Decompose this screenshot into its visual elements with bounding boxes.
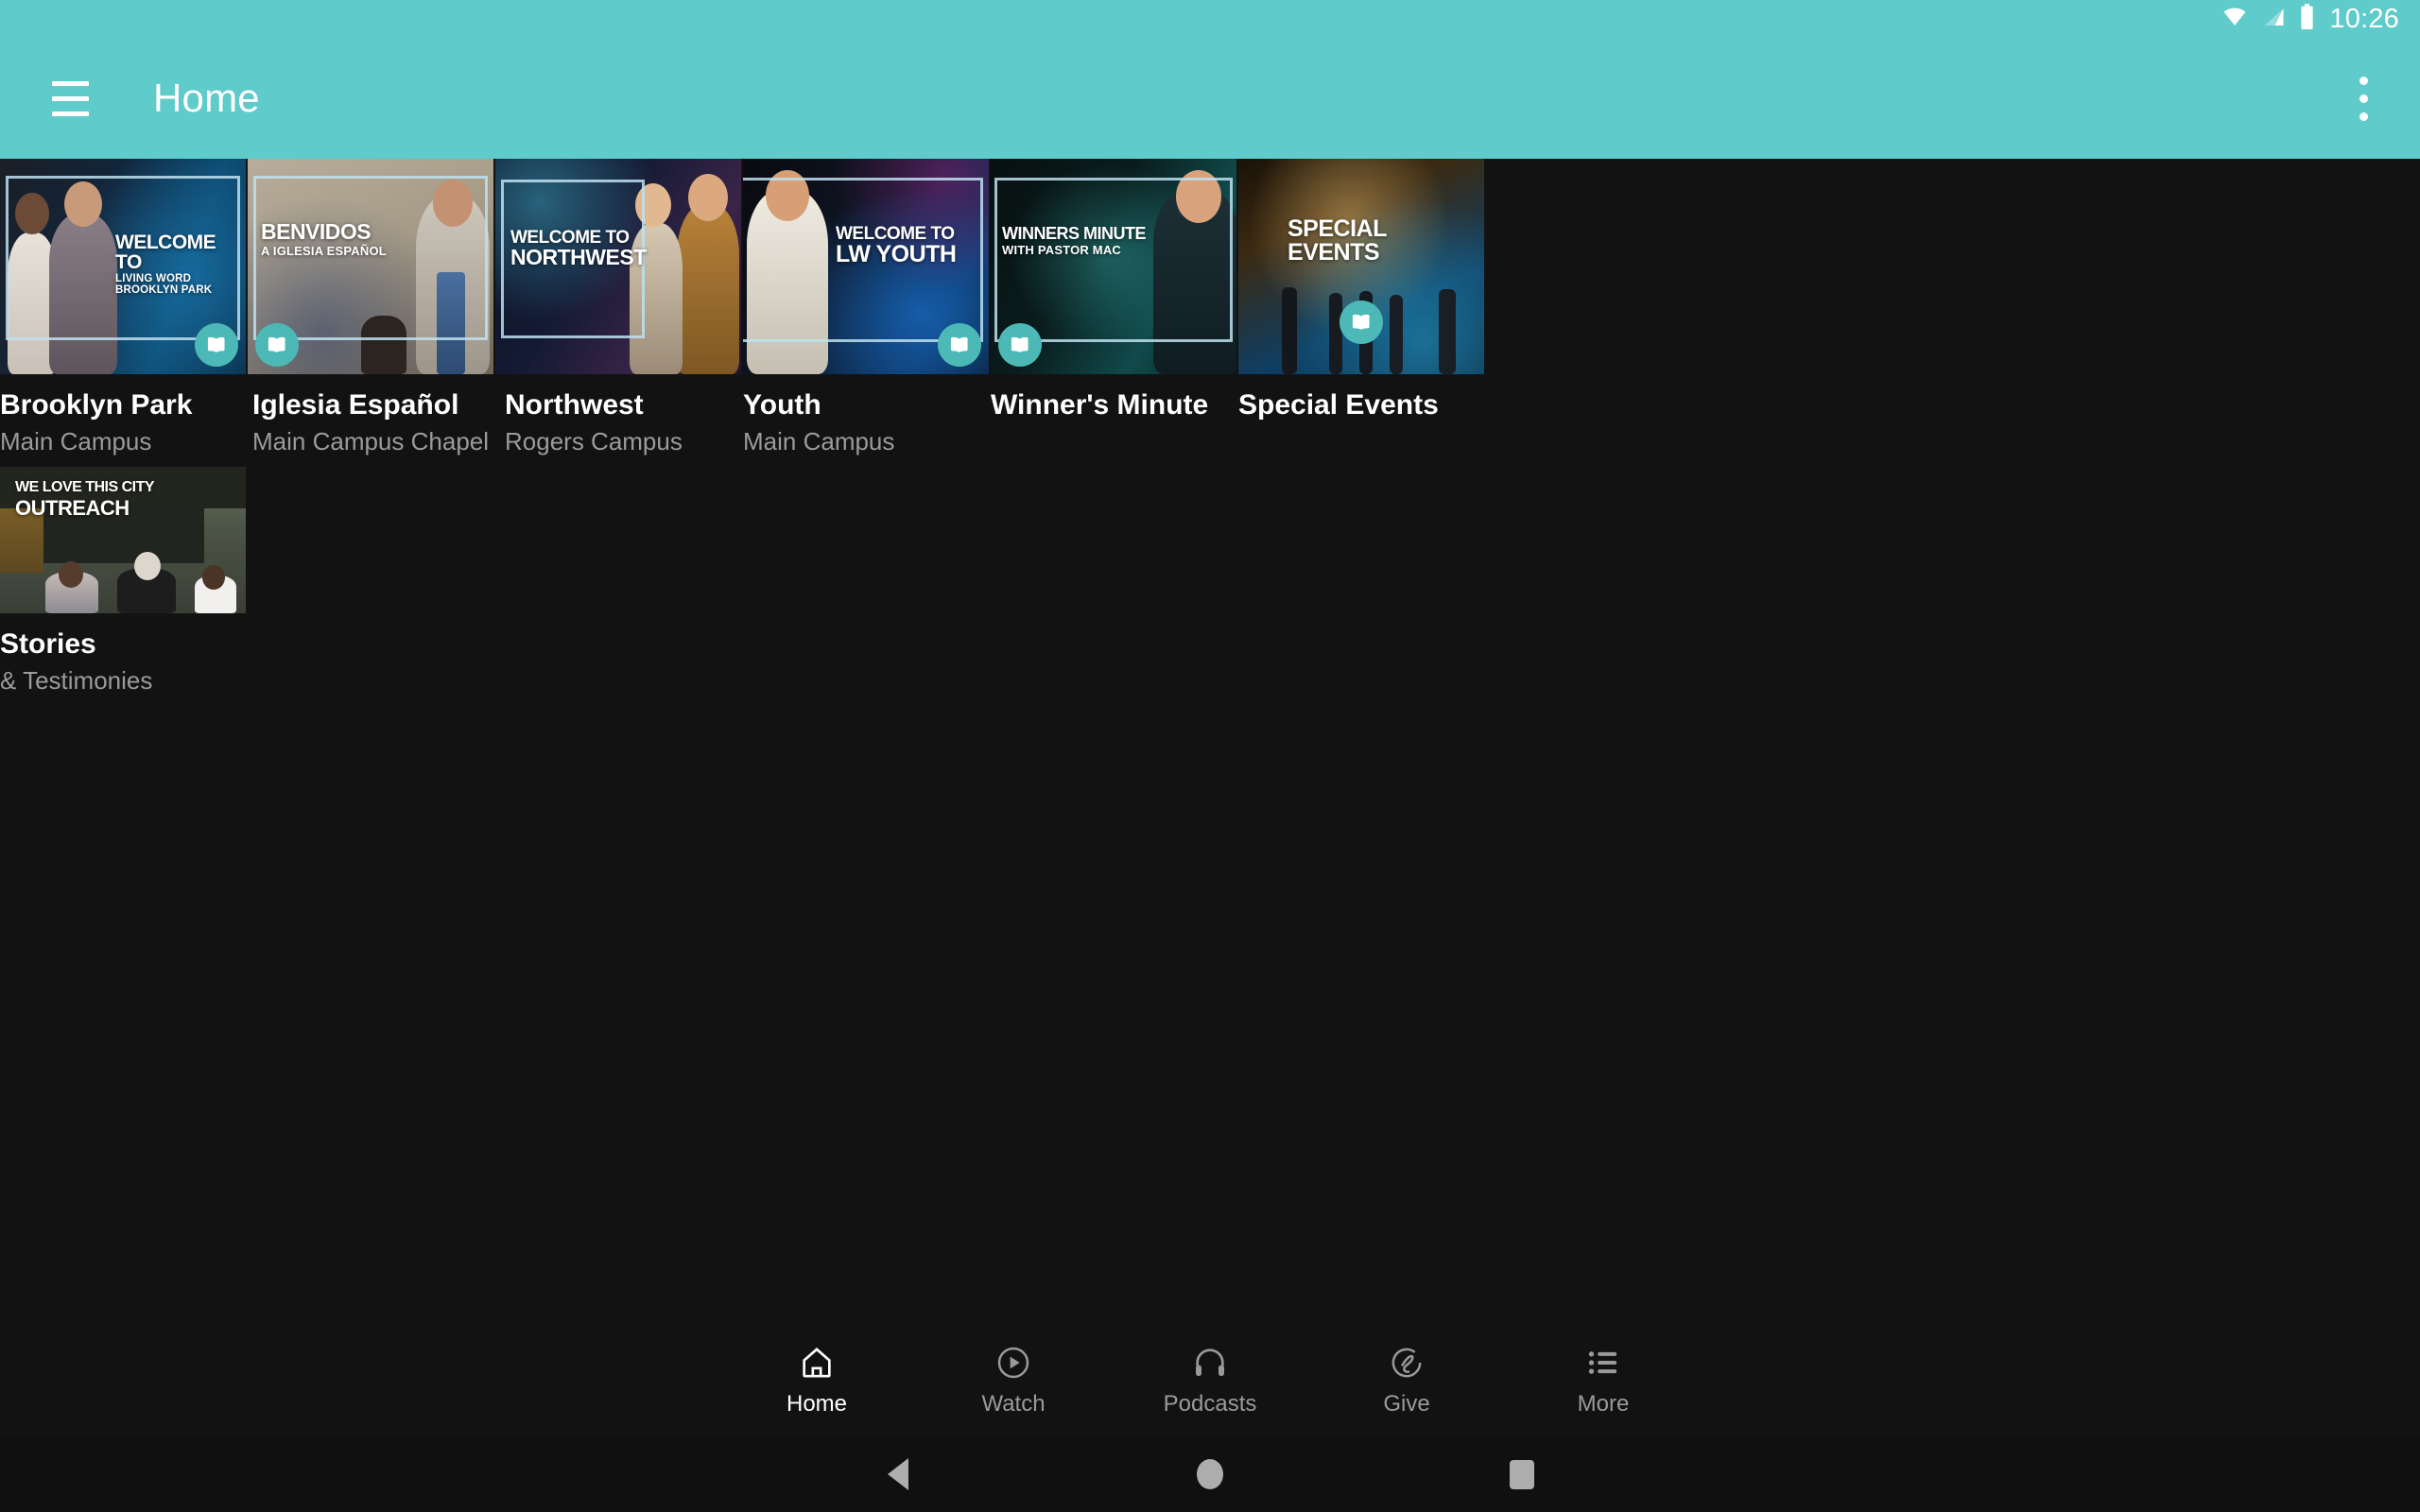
recents-square-icon (1510, 1459, 1534, 1489)
card-meta: Stories & Testimonies (0, 613, 246, 695)
bottom-navigation-bar: Home Watch Podcasts Give More (0, 1323, 2420, 1436)
card-title: Brooklyn Park (0, 389, 193, 421)
bible-book-icon (938, 323, 981, 367)
thumb-overlay-line1: We Love This City (15, 478, 155, 495)
card-meta: Brooklyn Park Main Campus (0, 374, 246, 455)
card-meta: Northwest Rogers Campus (495, 374, 741, 455)
give-hand-icon (1388, 1344, 1426, 1382)
card-title: Iglesia Español (252, 389, 459, 421)
card-northwest[interactable]: Welcome to Northwest Northwest Rogers Ca… (495, 159, 741, 455)
card-stories[interactable]: We Love This City Outreach Stories & Tes… (0, 466, 246, 695)
bible-book-icon (998, 323, 1042, 367)
card-subtitle: Main Campus Chapel (252, 427, 490, 455)
card-title: Youth (743, 389, 821, 421)
card-special-events[interactable]: Special Events Special Events (1238, 159, 1484, 455)
card-thumbnail[interactable]: Winners Minute With Pastor Mac (991, 159, 1236, 374)
thumb-overlay-line2: LW Youth (836, 241, 957, 267)
card-brooklyn-park[interactable]: Welcome to Living Word Brooklyn Park Bro… (0, 159, 246, 455)
nav-label-podcasts: Podcasts (1163, 1391, 1257, 1417)
card-subtitle: & Testimonies (0, 665, 153, 695)
card-meta: Iglesia Español Main Campus Chapel (248, 374, 493, 455)
card-thumbnail[interactable]: Special Events (1238, 159, 1484, 374)
thumb-overlay-line1: Winners Minute (1002, 224, 1147, 243)
nav-item-give[interactable]: Give (1308, 1344, 1505, 1416)
card-thumbnail[interactable]: We Love This City Outreach (0, 466, 246, 613)
bible-book-icon (1340, 301, 1383, 344)
card-winners-minute[interactable]: Winners Minute With Pastor Mac Winner's … (991, 159, 1236, 455)
battery-icon (2299, 4, 2315, 34)
nav-item-watch[interactable]: Watch (915, 1344, 1112, 1416)
home-icon (798, 1344, 836, 1382)
app-root: 10:26 Home WELCOME TO LIVING WORD BROOKL… (0, 0, 2420, 1512)
card-row-2: We Love This City Outreach Stories & Tes… (0, 466, 2420, 695)
thumb-overlay-line2: Living Word Brooklyn Park (115, 273, 213, 296)
home-circle-icon (1197, 1459, 1223, 1489)
card-title: Winner's Minute (991, 389, 1209, 421)
thumb-overlay-line1: Benvidos (261, 219, 372, 244)
card-subtitle: Main Campus (743, 427, 895, 455)
nav-label-home: Home (786, 1391, 848, 1417)
play-circle-icon (994, 1344, 1032, 1382)
bible-book-icon (255, 323, 299, 367)
card-subtitle: Main Campus (0, 427, 152, 455)
nav-label-more: More (1577, 1391, 1630, 1417)
system-back-button[interactable] (742, 1458, 1054, 1490)
card-youth[interactable]: Welcome to LW Youth Youth Main Campus (743, 159, 989, 455)
nav-label-watch: Watch (981, 1391, 1046, 1417)
card-thumbnail[interactable]: Welcome to Northwest (495, 159, 741, 374)
list-icon (1584, 1344, 1622, 1382)
card-title: Stories (0, 627, 96, 660)
wifi-icon (2221, 6, 2249, 33)
nav-item-home[interactable]: Home (718, 1344, 915, 1416)
content-area: Welcome to Living Word Brooklyn Park Bro… (0, 159, 2420, 1512)
thumb-overlay-line2: With Pastor Mac (1002, 243, 1122, 257)
thumb-overlay-line2: A Iglesia Español (261, 244, 387, 258)
card-subtitle: Rogers Campus (505, 427, 683, 455)
cellular-signal-icon (2261, 6, 2287, 33)
thumb-overlay-line2: Events (1288, 239, 1380, 266)
nav-label-give: Give (1383, 1391, 1430, 1417)
overflow-menu-icon[interactable] (2335, 61, 2392, 135)
app-bar: Home (0, 38, 2420, 159)
card-meta: Special Events (1238, 374, 1484, 421)
card-iglesia-espanol[interactable]: Benvidos A Iglesia Español Iglesia Españ… (248, 159, 493, 455)
card-title: Special Events (1238, 389, 1439, 421)
headphones-icon (1191, 1344, 1229, 1382)
card-meta: Youth Main Campus (743, 374, 989, 455)
nav-item-podcasts[interactable]: Podcasts (1112, 1344, 1308, 1416)
page-title: Home (153, 76, 260, 120)
card-row-1: Welcome to Living Word Brooklyn Park Bro… (0, 159, 2420, 455)
system-navigation-bar (0, 1436, 2420, 1512)
back-triangle-icon (888, 1458, 908, 1490)
thumb-overlay-line1: Welcome to (115, 232, 216, 273)
system-home-button[interactable] (1054, 1459, 1366, 1489)
card-title: Northwest (505, 389, 644, 421)
status-bar: 10:26 (0, 0, 2420, 38)
thumb-overlay-line1: Special (1288, 215, 1387, 242)
card-meta: Winner's Minute (991, 374, 1236, 421)
system-recents-button[interactable] (1366, 1459, 1678, 1489)
card-thumbnail[interactable]: Benvidos A Iglesia Español (248, 159, 493, 374)
thumb-overlay-line2: Outreach (15, 495, 130, 520)
card-thumbnail[interactable]: Welcome to LW Youth (743, 159, 989, 374)
bible-book-icon (195, 323, 238, 367)
card-thumbnail[interactable]: Welcome to Living Word Brooklyn Park (0, 159, 246, 374)
hamburger-menu-icon[interactable] (26, 55, 113, 142)
nav-item-more[interactable]: More (1505, 1344, 1702, 1416)
status-bar-clock: 10:26 (2329, 3, 2399, 34)
thumb-overlay-line2: Northwest (510, 245, 647, 269)
